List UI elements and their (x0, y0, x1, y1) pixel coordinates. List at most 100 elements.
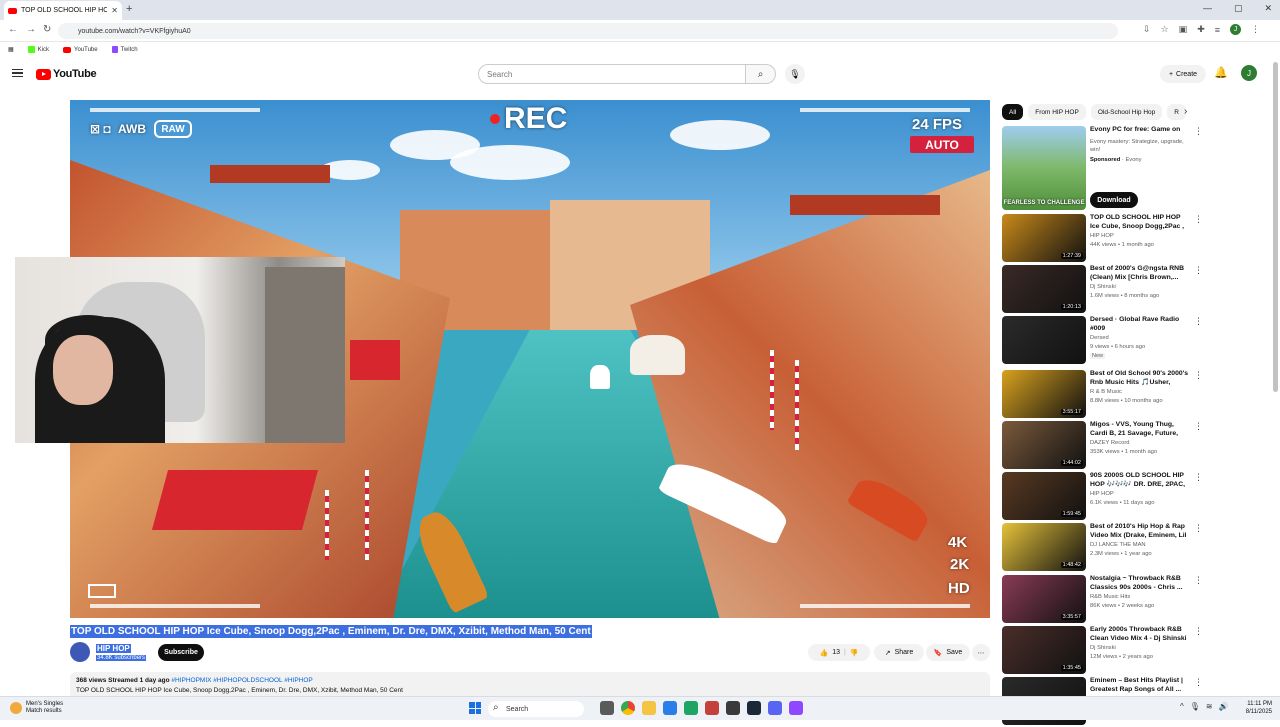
recommended-video[interactable]: 3:35:57 Nostalgia ~ Throwback R&B Classic… (1002, 575, 1203, 625)
recommended-title[interactable]: Dersed · Global Rave Radio #009 (1090, 316, 1190, 333)
recommended-title[interactable]: Early 2000s Throwback R&B Clean Video Mi… (1090, 626, 1190, 643)
recommended-video[interactable]: Dersed · Global Rave Radio #009 Dersed 9 v… (1002, 316, 1203, 366)
bookmark-star-icon[interactable]: ☆ (1161, 24, 1169, 35)
channel-avatar[interactable] (70, 642, 90, 662)
recommended-title[interactable]: Migos - VVS, Young Thug, Cardi B, 21 Sav… (1090, 421, 1190, 438)
more-vertical-icon[interactable]: ⋮ (1194, 370, 1203, 381)
create-button[interactable]: + Create (1160, 65, 1206, 83)
new-tab-icon[interactable]: + (126, 3, 132, 15)
reload-icon[interactable]: ↻ (43, 24, 51, 35)
browser-menu-icon[interactable]: ⋮ (1251, 24, 1260, 35)
discord-icon[interactable] (768, 701, 782, 715)
install-icon[interactable]: ⇩ (1143, 24, 1151, 35)
download-button[interactable]: Download (1090, 192, 1138, 208)
profile-avatar[interactable]: J (1230, 24, 1241, 35)
maximize-icon[interactable]: ▢ (1234, 3, 1243, 14)
like-button[interactable]: 👍 13 | 👎 (808, 644, 870, 661)
reading-list-icon[interactable]: ≡ (1215, 25, 1220, 35)
chip-from-hip-hop[interactable]: From HIP HOP (1028, 104, 1086, 120)
steam-icon[interactable] (747, 701, 761, 715)
recommended-title[interactable]: Best of 2010's Hip Hop & Rap Video Mix (… (1090, 523, 1190, 540)
save-button[interactable]: 🔖 Save (926, 644, 970, 661)
recommended-title[interactable]: TOP OLD SCHOOL HIP HOP Ice Cube, Snoop D… (1090, 214, 1190, 231)
edge-icon[interactable] (663, 701, 677, 715)
notifications-bell-icon[interactable]: 🔔 (1214, 66, 1228, 79)
more-vertical-icon[interactable]: ⋮ (1194, 523, 1203, 534)
more-vertical-icon[interactable]: ⋮ (1194, 214, 1203, 225)
video-thumbnail[interactable]: 1:48:42 (1002, 523, 1086, 571)
recommended-title[interactable]: Best of 2000's G@ngsta RNB (Clean) Mix [… (1090, 265, 1190, 282)
more-vertical-icon[interactable]: ⋮ (1194, 575, 1203, 586)
extensions-puzzle-icon[interactable]: ✚ (1197, 24, 1205, 35)
recommended-channel[interactable]: Dj Shinski (1090, 645, 1116, 651)
taskbar-search[interactable]: Search (488, 701, 584, 717)
recommended-channel[interactable]: Dersed (1090, 335, 1109, 341)
video-thumbnail[interactable]: 1:44:02 (1002, 421, 1086, 469)
recommended-channel[interactable]: HIP HOP (1090, 233, 1114, 239)
recommended-video[interactable]: 1:35:45 Early 2000s Throwback R&B Clean V… (1002, 626, 1203, 676)
video-thumbnail[interactable]: 1:35:45 (1002, 626, 1086, 674)
voice-search-button[interactable]: 🎙 (785, 64, 805, 84)
share-button[interactable]: ↗ Share (874, 644, 924, 661)
chip-all[interactable]: All (1002, 104, 1024, 120)
chip-old-school-hip-hop[interactable]: Old-School Hip Hop (1090, 104, 1163, 120)
taskbar-clock[interactable]: 11:11 PM 8/11/2025 (1238, 700, 1272, 716)
close-tab-icon[interactable]: ✕ (111, 6, 118, 15)
terminal-icon[interactable] (726, 701, 740, 715)
recommended-channel[interactable]: DAZEY Record (1090, 440, 1130, 446)
close-window-icon[interactable]: ✕ (1264, 3, 1272, 14)
bookmark-youtube[interactable]: YouTube (63, 46, 98, 53)
url-input[interactable]: youtube.com/watch?v=VKFfgiyhuA0 (58, 23, 1118, 39)
recommended-video[interactable]: 1:20:13 Best of 2000's G@ngsta RNB (Clean… (1002, 265, 1203, 315)
recommended-title[interactable]: Best of Old School 90's 2000's Rnb Music… (1090, 370, 1190, 387)
back-icon[interactable]: ← (8, 24, 18, 35)
ad-thumbnail[interactable]: FEARLESS TO CHALLENGE (1002, 126, 1086, 210)
recommended-video[interactable]: 3:55:17 Best of Old School 90's 2000's Rn… (1002, 370, 1203, 420)
channel-name[interactable]: HIP HOP (96, 644, 131, 653)
extension-icon[interactable]: ▣ (1179, 24, 1188, 35)
video-thumbnail[interactable]: 1:59:45 (1002, 472, 1086, 520)
xbox-icon[interactable] (684, 701, 698, 715)
video-thumbnail[interactable]: 1:20:13 (1002, 265, 1086, 313)
recommended-channel[interactable]: R & B Music (1090, 389, 1122, 395)
more-vertical-icon[interactable]: ⋮ (1194, 677, 1203, 688)
recommended-channel[interactable]: HIP HOP (1090, 491, 1114, 497)
apps-grid-icon[interactable]: ▦ (8, 46, 14, 53)
page-scrollbar[interactable] (1273, 62, 1278, 392)
recommended-title[interactable]: Nostalgia ~ Throwback R&B Classics 90s 2… (1090, 575, 1190, 592)
more-vertical-icon[interactable]: ⋮ (1194, 472, 1203, 483)
chrome-icon[interactable] (621, 701, 635, 715)
recommended-title[interactable]: Eminem – Best Hits Playlist | Greatest R… (1090, 677, 1190, 694)
browser-tab[interactable]: TOP OLD SCHOOL HIP HOP ✕ (4, 1, 122, 20)
more-vertical-icon[interactable]: ⋮ (1194, 421, 1203, 432)
bookmark-kick[interactable]: Kick (27, 46, 49, 53)
video-thumbnail[interactable] (1002, 316, 1086, 364)
search-button[interactable]: ⌕ (746, 64, 776, 84)
sponsored-ad[interactable]: FEARLESS TO CHALLENGE Evony PC for free:… (1002, 126, 1203, 210)
search-input[interactable]: Search (478, 64, 746, 84)
video-thumbnail[interactable]: 3:35:57 (1002, 575, 1086, 623)
recommended-video[interactable]: 1:27:39 TOP OLD SCHOOL HIP HOP Ice Cube, … (1002, 214, 1203, 264)
subscribe-button[interactable]: Subscribe (158, 644, 204, 661)
task-view-icon[interactable] (600, 701, 614, 715)
wifi-icon[interactable]: ≋ (1206, 702, 1213, 711)
obs-icon[interactable] (789, 701, 803, 715)
volume-icon[interactable]: 🔊 (1219, 702, 1229, 711)
menu-hamburger-icon[interactable] (12, 69, 23, 77)
chevron-up-icon[interactable]: ^ (1180, 702, 1184, 711)
recommended-channel[interactable]: R&B Music Hits (1090, 594, 1130, 600)
video-thumbnail[interactable]: 3:55:17 (1002, 370, 1086, 418)
minimize-icon[interactable]: — (1203, 3, 1212, 14)
bookmark-twitch[interactable]: Twitch (111, 46, 138, 53)
microphone-tray-icon[interactable]: 🎙 (1190, 702, 1200, 711)
thumbs-down-icon[interactable]: 👎 (850, 649, 859, 657)
hashtags[interactable]: #HIPHOPMIX #HIPHOPOLDSCHOOL #HIPHOP (171, 677, 312, 684)
app-icon[interactable] (705, 701, 719, 715)
more-vertical-icon[interactable]: ⋮ (1194, 126, 1203, 137)
recommended-title[interactable]: 90S 2000S OLD SCHOOL HIP HOP 🎶🎶🎶 DR. DRE… (1090, 472, 1190, 489)
more-vertical-icon[interactable]: ⋮ (1194, 265, 1203, 276)
youtube-logo[interactable]: YouTube (36, 68, 97, 80)
file-explorer-icon[interactable] (642, 701, 656, 715)
recommended-channel[interactable]: DJ LANCE THE MAN (1090, 542, 1146, 548)
more-actions-button[interactable]: ⋯ (972, 644, 990, 661)
